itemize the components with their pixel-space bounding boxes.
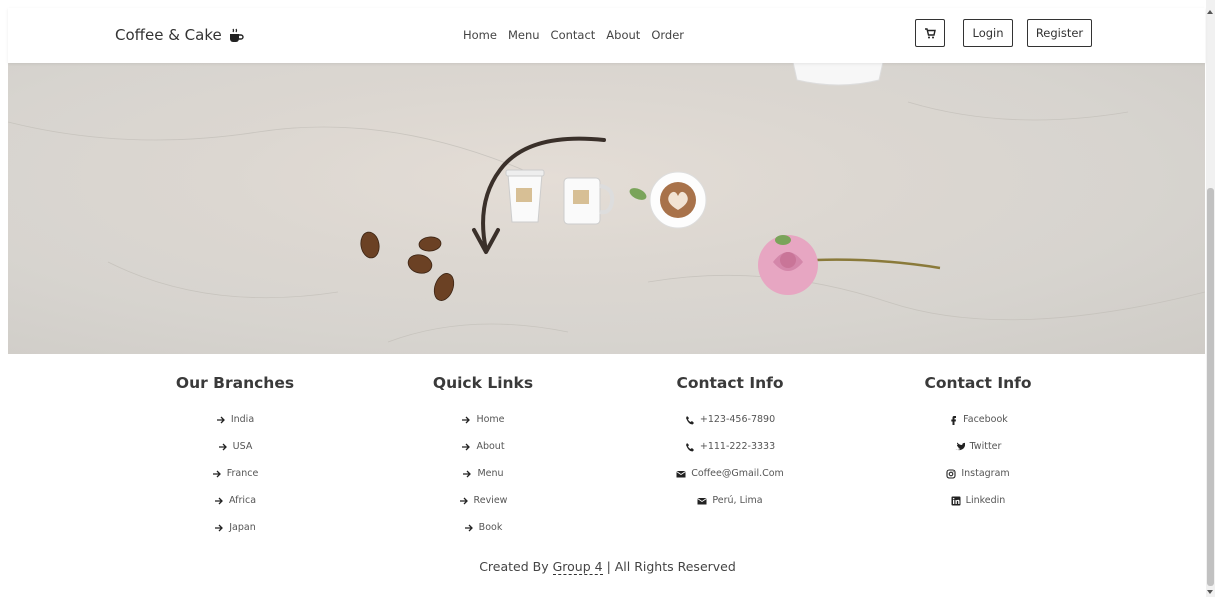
col-title: Contact Info (676, 374, 784, 392)
coffee-beans (360, 231, 455, 301)
cart-button[interactable] (915, 19, 945, 47)
branch-label: India (230, 414, 255, 425)
col-title: Contact Info (924, 374, 1032, 392)
branch-link[interactable]: Africa (135, 487, 335, 514)
contact-email[interactable]: Coffee@Gmail.Com (630, 460, 830, 487)
register-button[interactable]: Register (1027, 19, 1092, 47)
branch-label: Japan (229, 522, 256, 533)
main-nav: Home Menu Contact About Order (463, 28, 684, 42)
branch-link[interactable]: Japan (135, 514, 335, 541)
nav-contact[interactable]: Contact (551, 28, 596, 42)
social-label: Linkedin (965, 495, 1006, 506)
quick-link-home[interactable]: Home (383, 406, 583, 433)
hero-illustration (8, 62, 1205, 343)
col-title: Quick Links (432, 374, 534, 392)
brand-logo[interactable]: Coffee & Cake (115, 26, 244, 44)
branch-label: France (226, 468, 259, 479)
footer-col-social: Contact Info Facebook Twitter Instagram … (878, 374, 1078, 514)
arrow-right-icon (462, 443, 471, 450)
branch-link[interactable]: India (135, 406, 335, 433)
credit-group-link[interactable]: Group 4 (552, 559, 603, 575)
arrow-right-icon (215, 524, 224, 531)
footer-columns: Our Branches India USA France Africa Jap… (0, 374, 1215, 544)
quick-link-label: About (476, 441, 505, 452)
social-label: Twitter (969, 441, 1002, 452)
instagram-icon (946, 468, 956, 479)
social-label: Facebook (963, 414, 1008, 425)
branch-label: USA (232, 441, 253, 452)
phone-icon (685, 442, 694, 451)
envelope-icon (697, 497, 708, 504)
vertical-scrollbar[interactable] (1206, 0, 1215, 597)
nav-home[interactable]: Home (463, 28, 497, 42)
scroll-up-arrow-icon[interactable] (1207, 10, 1213, 14)
contact-label: Perú, Lima (712, 495, 763, 506)
scroll-thumb[interactable] (1207, 188, 1214, 586)
login-button[interactable]: Login (963, 19, 1013, 47)
page: Coffee & Cake Home Menu Contact About Or… (0, 0, 1215, 597)
nav-about[interactable]: About (606, 28, 640, 42)
social-twitter[interactable]: Twitter (878, 433, 1078, 460)
linkedin-icon (951, 496, 961, 505)
scroll-down-arrow-icon[interactable] (1207, 590, 1213, 594)
quick-link-label: Review (473, 495, 508, 506)
ceramic-mug (563, 177, 615, 225)
paper-cup (505, 169, 545, 223)
arrow-right-icon (463, 470, 472, 477)
social-instagram[interactable]: Instagram (878, 460, 1078, 487)
envelope-icon (676, 470, 686, 477)
arrow-right-icon (216, 416, 225, 423)
footer-col-quick-links: Quick Links Home About Menu Review Book (383, 374, 583, 541)
contact-phone-1[interactable]: +123-456-7890 (630, 406, 830, 433)
arrow-right-icon (212, 470, 221, 477)
pink-rose (758, 235, 941, 295)
coffee-mug-icon (229, 28, 244, 42)
quick-link-review[interactable]: Review (383, 487, 583, 514)
arrow-right-icon (464, 524, 473, 531)
phone-icon (685, 415, 694, 424)
arrow-right-icon (214, 497, 223, 504)
quick-link-label: Book (478, 522, 503, 533)
arrow-right-icon (462, 416, 471, 423)
quick-link-about[interactable]: About (383, 433, 583, 460)
branch-link[interactable]: France (135, 460, 335, 487)
top-cup (792, 62, 884, 86)
branch-link[interactable]: USA (135, 433, 335, 460)
quick-link-label: Menu (477, 468, 504, 479)
contact-phone-2[interactable]: +111-222-3333 (630, 433, 830, 460)
site-header: Coffee & Cake Home Menu Contact About Or… (8, 8, 1205, 63)
contact-address[interactable]: Perú, Lima (630, 487, 830, 514)
crack-lines (8, 101, 1205, 343)
nav-menu[interactable]: Menu (508, 28, 540, 42)
hero-image (8, 62, 1205, 354)
facebook-icon (951, 415, 957, 425)
social-linkedin[interactable]: Linkedin (878, 487, 1078, 514)
footer-col-branches: Our Branches India USA France Africa Jap… (135, 374, 335, 541)
brand-name: Coffee & Cake (115, 26, 222, 44)
credit-prefix: Created By (479, 559, 549, 574)
nav-order[interactable]: Order (651, 28, 684, 42)
contact-label: Coffee@Gmail.Com (691, 468, 784, 479)
social-label: Instagram (961, 468, 1010, 479)
cart-icon (925, 28, 936, 39)
quick-link-book[interactable]: Book (383, 514, 583, 541)
footer-col-contact: Contact Info +123-456-7890 +111-222-3333… (630, 374, 830, 514)
social-facebook[interactable]: Facebook (878, 406, 1078, 433)
quick-link-menu[interactable]: Menu (383, 460, 583, 487)
arrow-right-icon (459, 497, 468, 504)
twitter-icon (955, 442, 965, 450)
arrow-right-icon (218, 443, 227, 450)
branch-label: Africa (228, 495, 257, 506)
contact-label: +123-456-7890 (699, 414, 776, 425)
contact-label: +111-222-3333 (699, 441, 776, 452)
latte-cup (649, 171, 707, 229)
credit-suffix: | All Rights Reserved (606, 559, 736, 574)
footer-credit: Created By Group 4 | All Rights Reserved (0, 559, 1215, 575)
col-title: Our Branches (175, 374, 295, 392)
quick-link-label: Home (476, 414, 505, 425)
